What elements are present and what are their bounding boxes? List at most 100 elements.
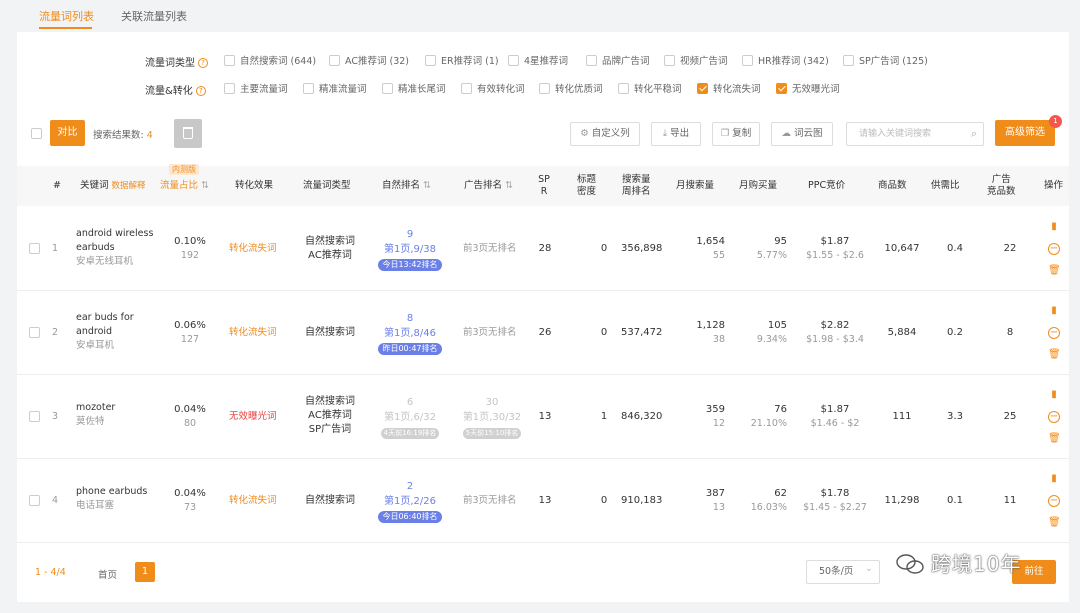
checkbox[interactable] <box>461 83 472 94</box>
minus-circle-icon[interactable]: − <box>1048 327 1060 339</box>
compare-button[interactable]: 对比 <box>50 120 85 146</box>
select-all-checkbox[interactable] <box>31 128 42 139</box>
natural-rank-cell[interactable]: 9 第1页,9/38 今日13:42排名 <box>372 227 448 272</box>
keyword-cell[interactable]: ear buds for android 安卓耳机 <box>76 311 134 353</box>
col-title-density[interactable]: 标题 密度 <box>577 174 596 198</box>
trash-icon[interactable]: 🗑 <box>1048 349 1061 361</box>
advanced-filter-button[interactable]: 高级筛选 <box>995 120 1055 146</box>
checkbox[interactable] <box>843 55 854 66</box>
checkbox[interactable] <box>224 83 235 94</box>
filter-option[interactable]: 精准长尾词 <box>382 81 446 95</box>
sort-icon[interactable]: ⇅ <box>201 180 209 191</box>
conversion-tag: 转化流失词 <box>229 495 277 506</box>
row-index: 2 <box>52 327 59 338</box>
help-icon[interactable]: ? <box>195 86 206 96</box>
filter-option[interactable]: HR推荐词 (342) <box>742 53 829 67</box>
col-monthly-buy[interactable]: 月购买量 <box>739 180 777 192</box>
checkbox[interactable] <box>508 55 519 66</box>
col-ad-rank[interactable]: 广告排名 ⇅ <box>464 180 513 192</box>
chart-icon[interactable]: ▮ <box>1048 305 1060 317</box>
row-checkbox[interactable] <box>29 243 40 254</box>
filter-option[interactable]: ER推荐词 (1) <box>425 53 499 67</box>
copy-button[interactable]: ❐ 复制 <box>712 122 760 146</box>
col-monthly-search[interactable]: 月搜索量 <box>676 180 714 192</box>
first-page-link[interactable]: 首页 <box>98 567 117 581</box>
checkbox[interactable] <box>742 55 753 66</box>
watermark: 跨境10年 <box>895 548 1021 578</box>
col-products[interactable]: 商品数 <box>878 180 907 192</box>
col-ppc[interactable]: PPC竞价 <box>808 180 845 192</box>
chart-icon[interactable]: ▮ <box>1048 221 1060 233</box>
row-checkbox[interactable] <box>29 411 40 422</box>
keyword-cell[interactable]: android wireless earbuds 安卓无线耳机 <box>76 227 153 269</box>
filter-option[interactable]: 主要流量词 <box>224 81 288 95</box>
tab-related-traffic[interactable]: 关联流量列表 <box>121 8 187 24</box>
filter-option[interactable]: 品牌广告词 <box>586 53 650 67</box>
natural-rank-cell[interactable]: 2 第1页,2/26 今日06:40排名 <box>372 479 448 524</box>
word-cloud-button[interactable]: ☁ 词云图 <box>771 122 833 146</box>
filter-option[interactable]: 自然搜索词 (644) <box>224 53 316 67</box>
filter-option[interactable]: 4星推荐词 <box>508 53 568 67</box>
ad-rank-cell[interactable]: 30 第1页,30/32 5天前15:10排名 <box>452 395 532 440</box>
filter-option[interactable]: 精准流量词 <box>303 81 367 95</box>
row-checkbox[interactable] <box>29 327 40 338</box>
sort-icon[interactable]: ⇅ <box>423 180 431 191</box>
minus-circle-icon[interactable]: − <box>1048 411 1060 423</box>
custom-columns-button[interactable]: ⚙ 自定义列 <box>570 122 640 146</box>
chart-icon[interactable]: ▮ <box>1048 389 1060 401</box>
export-button[interactable]: ⤓ 导出 <box>651 122 701 146</box>
page-size-select[interactable]: 50条/页 <box>806 558 880 584</box>
delete-button[interactable] <box>174 119 202 148</box>
minus-circle-icon[interactable]: − <box>1048 243 1060 255</box>
minus-circle-icon[interactable]: − <box>1048 495 1060 507</box>
col-keyword[interactable]: 关键词 数据解释 <box>80 180 146 192</box>
keyword-cell[interactable]: mozoter 莫佐特 <box>76 401 115 429</box>
checkbox[interactable] <box>539 83 550 94</box>
trash-icon[interactable]: 🗑 <box>1048 433 1061 445</box>
col-spr[interactable]: SP R <box>537 174 551 198</box>
page-1-button[interactable]: 1 <box>135 562 155 582</box>
filter-option[interactable]: AC推荐词 (32) <box>329 53 409 67</box>
chart-icon[interactable]: ▮ <box>1048 473 1060 485</box>
checkbox[interactable] <box>425 55 436 66</box>
filter-option-checked[interactable]: 转化流失词 <box>697 81 761 95</box>
search-icon[interactable]: ⌕ <box>971 123 977 145</box>
col-supply-demand[interactable]: 供需比 <box>931 180 960 192</box>
filter-option-checked[interactable]: 无效曝光词 <box>776 81 840 95</box>
filter-option[interactable]: SP广告词 (125) <box>843 53 928 67</box>
natural-rank-cell[interactable]: 6 第1页,6/32 4天前16:19排名 <box>369 395 451 440</box>
checkbox[interactable] <box>303 83 314 94</box>
sort-icon[interactable]: ⇅ <box>505 180 513 191</box>
checkbox[interactable] <box>224 55 235 66</box>
filter-option[interactable]: 转化平稳词 <box>618 81 682 95</box>
table-row[interactable]: 1 android wireless earbuds 安卓无线耳机 0.10% 192… <box>17 207 1069 291</box>
table-row[interactable]: 2 ear buds for android 安卓耳机 0.06% 127 转化流失词… <box>17 291 1069 375</box>
natural-rank-cell[interactable]: 8 第1页,8/46 昨日00:47排名 <box>372 311 448 356</box>
col-natural-rank[interactable]: 自然排名 ⇅ <box>382 180 431 192</box>
checkbox-checked[interactable] <box>776 83 787 94</box>
keyword-search-input[interactable]: 请输入关键词搜索 ⌕ <box>846 122 984 146</box>
checkbox[interactable] <box>618 83 629 94</box>
checkbox[interactable] <box>329 55 340 66</box>
col-search-rank[interactable]: 搜索量 周排名 <box>622 174 651 198</box>
col-traffic-share[interactable]: 流量占比 ⇅ <box>160 180 209 192</box>
checkbox[interactable] <box>664 55 675 66</box>
col-ad-products[interactable]: 广告 竞品数 <box>987 174 1016 198</box>
trash-icon[interactable]: 🗑 <box>1048 517 1061 529</box>
keyword-cell[interactable]: phone earbuds 电话耳塞 <box>76 485 147 513</box>
checkbox[interactable] <box>382 83 393 94</box>
ad-products-cell: 22 <box>1003 243 1017 254</box>
filter-row-conversion: 流量&转化? 主要流量词 精准流量词 精准长尾词 有效转化词 转化优质词 转化平… <box>17 79 1069 97</box>
tab-keyword-list[interactable]: 流量词列表 <box>39 8 94 24</box>
row-checkbox[interactable] <box>29 495 40 506</box>
filter-option[interactable]: 有效转化词 <box>461 81 525 95</box>
help-icon[interactable]: ? <box>198 58 208 68</box>
table-row[interactable]: 4 phone earbuds 电话耳塞 0.04% 73 转化流失词 自然搜索词 … <box>17 459 1069 543</box>
trash-icon[interactable]: 🗑 <box>1048 265 1061 277</box>
checkbox[interactable] <box>586 55 597 66</box>
filter-option[interactable]: 转化优质词 <box>539 81 603 95</box>
col-conversion: 转化效果 <box>235 180 274 191</box>
filter-option[interactable]: 视频广告词 <box>664 53 728 67</box>
checkbox-checked[interactable] <box>697 83 708 94</box>
table-row[interactable]: 3 mozoter 莫佐特 0.04% 80 无效曝光词 自然搜索词 AC推荐词 SP广… <box>17 375 1069 459</box>
